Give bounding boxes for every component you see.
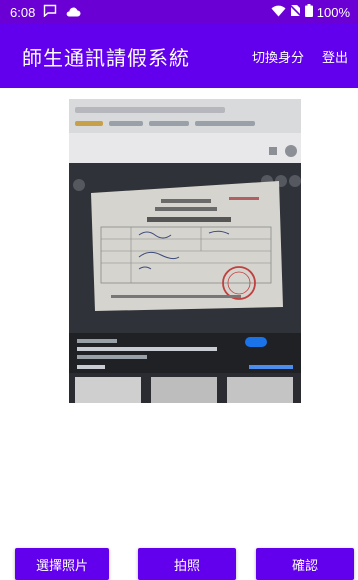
choose-photo-button[interactable]: 選擇照片 (15, 548, 109, 580)
battery-icon (304, 4, 313, 20)
wifi-icon (271, 5, 286, 20)
message-icon (43, 4, 57, 20)
switch-identity-button[interactable]: 切換身分 (252, 47, 304, 66)
confirm-button[interactable]: 確認 (256, 548, 354, 580)
take-photo-button[interactable]: 拍照 (138, 548, 236, 580)
logout-button[interactable]: 登出 (322, 47, 348, 66)
battery-percent: 100% (316, 4, 350, 20)
status-bar: 6:08 100% (0, 0, 358, 24)
photo-image (69, 99, 301, 403)
app-title: 師生通訊請假系統 (22, 45, 190, 70)
photo-preview (69, 99, 301, 403)
cloud-icon (65, 5, 81, 20)
no-sim-icon (289, 4, 302, 20)
status-time: 6:08 (10, 4, 36, 20)
app-bar: 師生通訊請假系統 切換身分 登出 (0, 24, 358, 88)
